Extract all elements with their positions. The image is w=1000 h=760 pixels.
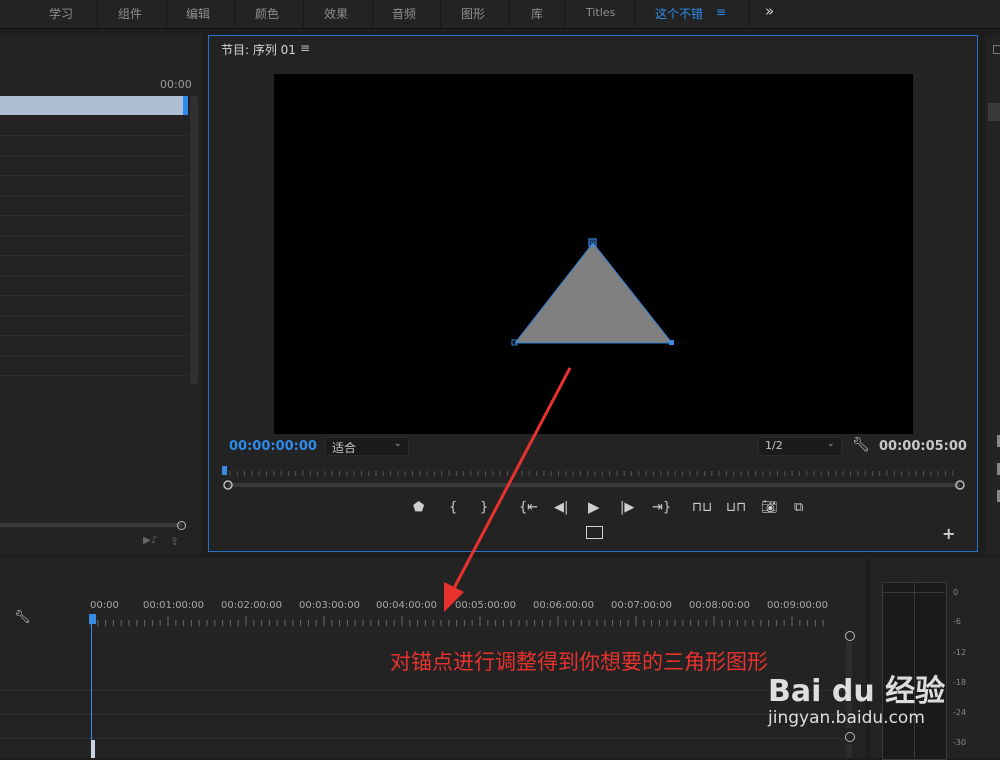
add-marker-icon[interactable]: ⬟ xyxy=(413,500,424,515)
resolution-select[interactable]: 1/2 ⌄ xyxy=(758,437,842,456)
track-divider xyxy=(0,738,845,739)
workspace-tab-color[interactable]: 颜色 xyxy=(255,5,279,22)
duration-timecode: 00:00:05:00 xyxy=(879,439,967,454)
timeline-settings-icon[interactable]: 🔧︎ xyxy=(14,610,31,625)
workspace-tab-titles[interactable]: Titles xyxy=(586,6,615,19)
track-divider xyxy=(0,690,845,691)
go-to-out-icon[interactable]: ⇥} xyxy=(652,500,671,515)
step-forward-icon[interactable]: |▶ xyxy=(620,500,634,515)
panel-timecode: 00:00 xyxy=(160,78,192,91)
annotation-text: 对锚点进行调整得到你想要的三角形图形 xyxy=(390,650,768,674)
wrench-icon[interactable]: 🔧︎ xyxy=(852,437,870,453)
workspace-menu-icon[interactable]: ≡ xyxy=(716,5,726,19)
db-label: -6 xyxy=(953,617,961,626)
zoom-select[interactable]: 适合 ⌄ xyxy=(325,437,409,456)
watermark-brand: Bai du 经验 xyxy=(768,674,946,709)
ruler-label: 00:01:00:00 xyxy=(143,600,205,611)
workspace-tab-libraries[interactable]: 库 xyxy=(531,5,543,22)
more-workspaces-icon[interactable]: » xyxy=(765,2,774,20)
monitor-scrubber[interactable] xyxy=(220,464,970,494)
clip-end-marker xyxy=(183,96,188,115)
ruler-label: 00:00 xyxy=(90,600,119,611)
db-label: -18 xyxy=(953,678,967,687)
chevron-down-icon: ⌄ xyxy=(394,439,402,449)
video-canvas[interactable] xyxy=(274,74,913,434)
extract-icon[interactable]: ⊔⊓ xyxy=(726,500,746,515)
project-panel: 00:00 ▶♪ ⇪ xyxy=(0,35,202,555)
workspace-tab-assembly[interactable]: 组件 xyxy=(118,5,142,22)
compare-view-icon[interactable]: ⧉ xyxy=(794,500,803,515)
ruler-label: 00:07:00:00 xyxy=(611,600,673,611)
watermark-logo: Bai du 经验 jingyan.baidu.com xyxy=(768,666,948,736)
workspace-tab-effects[interactable]: 效果 xyxy=(324,5,348,22)
fx-icon xyxy=(993,45,1000,54)
current-timecode[interactable]: 00:00:00:00 xyxy=(229,439,317,454)
zoom-handle[interactable] xyxy=(845,631,855,641)
workspace-tab-learn[interactable]: 学习 xyxy=(49,5,73,22)
resolution-select-value: 1/2 xyxy=(765,439,783,452)
chevron-down-icon: ⌄ xyxy=(827,439,835,449)
workspace-tab-graphics[interactable]: 图形 xyxy=(461,5,485,22)
vertical-scrollbar[interactable] xyxy=(190,95,198,385)
export-icon[interactable]: ⇪ xyxy=(170,535,179,548)
ruler-label: 00:02:00:00 xyxy=(221,600,283,611)
program-title: 节目: 序列 01 xyxy=(221,43,296,57)
db-label: -12 xyxy=(953,648,967,657)
triangle-shape[interactable] xyxy=(274,74,913,434)
watermark-url: jingyan.baidu.com xyxy=(768,708,925,728)
ruler-label: 00:03:00:00 xyxy=(299,600,361,611)
track-divider xyxy=(0,714,845,715)
db-label: 0 xyxy=(953,588,959,597)
horizontal-scrollbar[interactable] xyxy=(0,523,182,527)
workspace-bar: 学习 组件 编辑 颜色 效果 音频 图形 库 Titles 这个不错 ≡ » xyxy=(0,0,1000,29)
lift-icon[interactable]: ⊓⊔ xyxy=(692,500,712,515)
ruler-label: 00:08:00:00 xyxy=(689,600,751,611)
ruler-label: 00:09:00:00 xyxy=(767,600,829,611)
effect-controls-panel xyxy=(985,35,1000,555)
eye-icon[interactable] xyxy=(988,103,1000,121)
zoom-handle[interactable] xyxy=(177,521,186,530)
timeline-scrollbar[interactable] xyxy=(846,744,852,758)
workspace-tab-editing[interactable]: 编辑 xyxy=(186,5,210,22)
panel-menu-icon[interactable]: ≡ xyxy=(300,41,310,55)
workspace-tab-custom[interactable]: 这个不错 xyxy=(655,5,703,22)
zoom-select-value: 适合 xyxy=(332,441,357,455)
db-label: -24 xyxy=(953,708,967,717)
db-label: -30 xyxy=(953,738,967,747)
insert-audio-icon[interactable]: ▶♪ xyxy=(143,535,157,546)
add-button-icon[interactable]: + xyxy=(942,524,955,543)
camera-icon[interactable]: 📷︎ xyxy=(761,500,778,515)
clip-block[interactable] xyxy=(91,740,95,758)
ruler-label: 00:04:00:00 xyxy=(376,600,438,611)
annotation-arrow xyxy=(444,367,572,612)
playhead-handle[interactable] xyxy=(89,614,96,624)
playhead-line xyxy=(91,624,92,758)
workspace-tab-audio[interactable]: 音频 xyxy=(392,5,416,22)
selected-clip-bar[interactable] xyxy=(0,96,188,115)
